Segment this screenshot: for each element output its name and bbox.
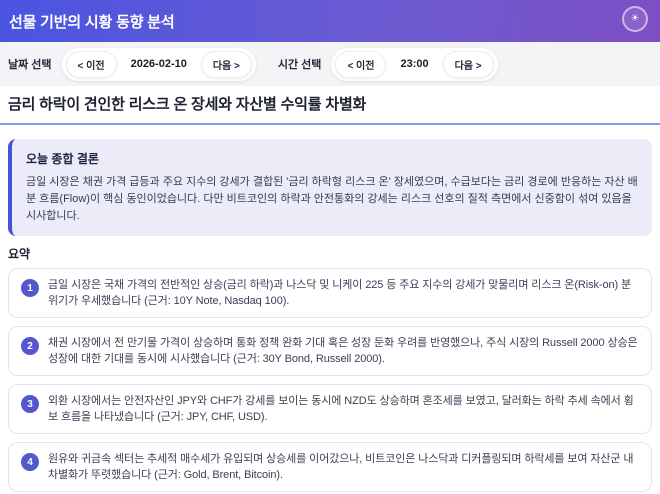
item-text: 금일 시장은 국채 가격의 전반적인 상승(금리 하락)과 나스닥 및 니케이 … — [48, 279, 632, 307]
main-content: 금리 하락이 견인한 리스크 온 장세와 자산별 수익률 차별화 오늘 종합 결… — [0, 86, 660, 494]
time-value: 23:00 — [400, 58, 429, 70]
summary-item-card: 4 원유와 귀금속 섹터는 추세적 매수세가 유입되며 상승세를 이어갔으나, … — [8, 442, 652, 492]
date-next-button[interactable]: 다음 > — [200, 50, 252, 78]
item-text: 채권 시장에서 전 만기물 가격이 상승하며 통화 정책 완화 기대 혹은 성장… — [48, 337, 638, 365]
headline-divider — [0, 123, 660, 125]
time-select-label: 시간 선택 — [277, 59, 322, 71]
item-text: 외환 시장에서는 안전자산인 JPY와 CHF가 강세를 보이는 동시에 NZD… — [48, 395, 634, 423]
item-number-badge: 4 — [21, 453, 39, 471]
page-title: 선물 기반의 시황 동향 분석 — [9, 13, 175, 31]
app-header: 선물 기반의 시황 동향 분석 ☀ — [0, 0, 660, 42]
time-next-button[interactable]: 다음 > — [442, 50, 494, 78]
date-value: 2026-02-10 — [130, 58, 187, 70]
date-prev-button[interactable]: < 이전 — [65, 50, 117, 78]
time-prev-button[interactable]: < 이전 — [335, 50, 387, 78]
conclusion-body: 금일 시장은 채권 가격 급등과 주요 지수의 강세가 결합된 '금리 하락형 … — [26, 176, 638, 222]
date-selector: < 이전 2026-02-10 다음 > — [61, 47, 256, 81]
item-text: 원유와 귀금속 섹터는 추세적 매수세가 유입되며 상승세를 이어갔으나, 비트… — [48, 453, 634, 481]
item-number-badge: 2 — [21, 337, 39, 355]
conclusion-callout: 오늘 종합 결론 금일 시장은 채권 가격 급등과 주요 지수의 강세가 결합된… — [8, 139, 652, 236]
date-select-label: 날짜 선택 — [8, 59, 52, 71]
item-number-badge: 3 — [21, 395, 39, 413]
summary-item-card: 1 금일 시장은 국채 가격의 전반적인 상승(금리 하락)과 나스닥 및 니케… — [8, 268, 652, 318]
sun-icon: ☀ — [630, 13, 640, 24]
report-headline: 금리 하락이 견인한 리스크 온 장세와 자산별 수익률 차별화 — [8, 96, 367, 113]
summary-item-card: 3 외환 시장에서는 안전자산인 JPY와 CHF가 강세를 보이는 동시에 N… — [8, 384, 652, 434]
item-number-badge: 1 — [21, 279, 39, 297]
theme-toggle-button[interactable]: ☀ — [622, 6, 648, 32]
time-selector: < 이전 23:00 다음 > — [331, 47, 498, 81]
summary-item-card: 2 채권 시장에서 전 만기물 가격이 상승하며 통화 정책 완화 기대 혹은 … — [8, 326, 652, 376]
selector-bar: 날짜 선택 < 이전 2026-02-10 다음 > 시간 선택 < 이전 23… — [0, 42, 660, 86]
summary-section-title: 요약 — [8, 247, 31, 261]
conclusion-title: 오늘 종합 결론 — [26, 152, 99, 166]
